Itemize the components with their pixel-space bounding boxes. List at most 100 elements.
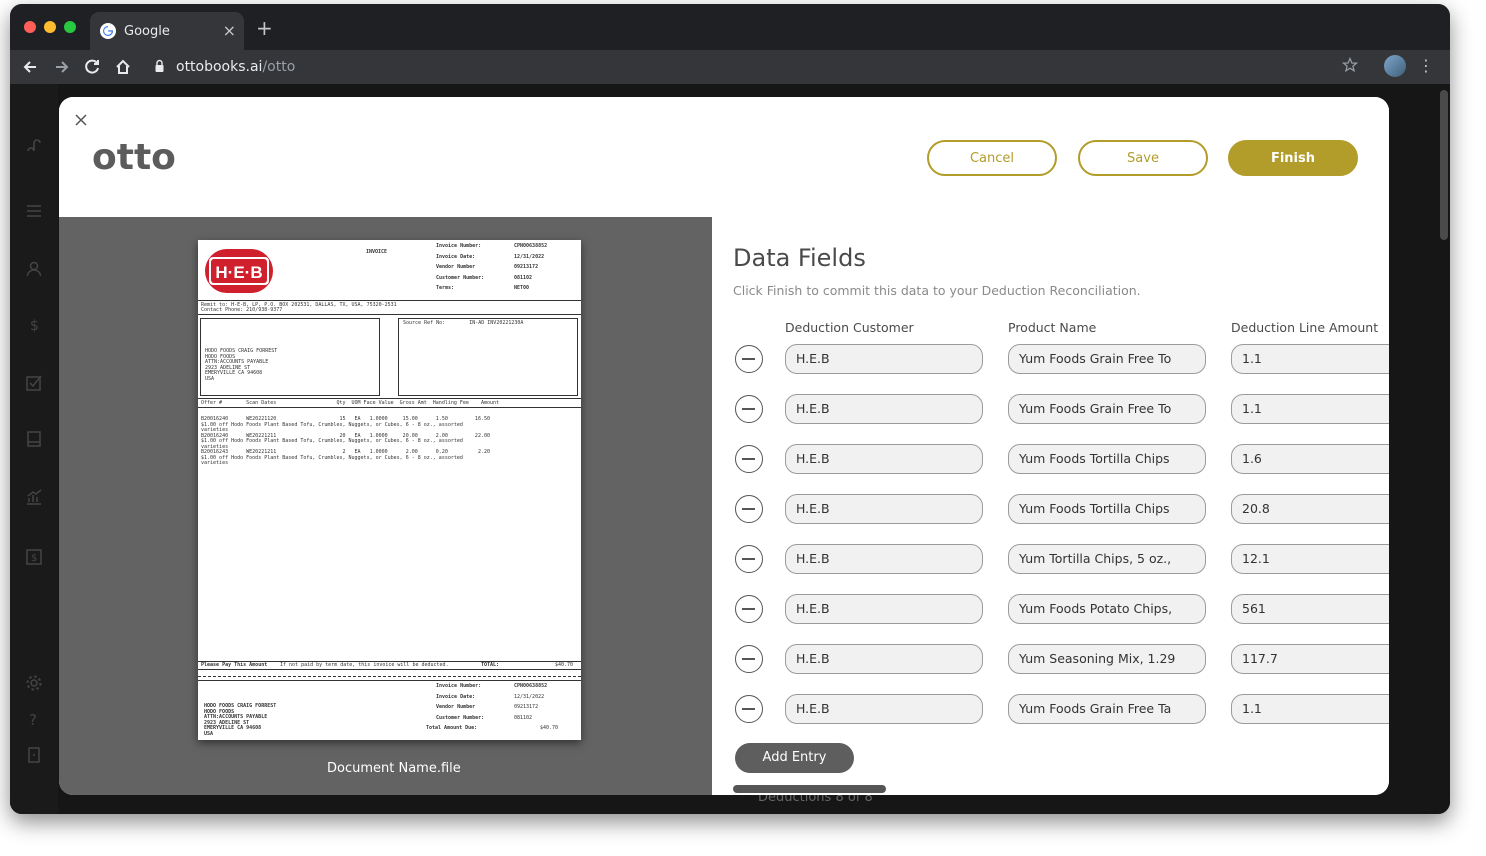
forward-icon[interactable] (51, 57, 71, 77)
product-field[interactable]: Yum Tortilla Chips, 5 oz., (1008, 544, 1206, 574)
invoice-title: INVOICE (366, 249, 388, 255)
product-field[interactable]: Yum Foods Grain Free Ta (1008, 694, 1206, 724)
maximize-window-button[interactable] (64, 21, 76, 33)
logout-icon[interactable] (25, 746, 43, 764)
remove-entry-button[interactable] (735, 645, 763, 673)
amount-field[interactable]: 12.1 (1231, 544, 1389, 574)
amount-field[interactable]: 1.1 (1231, 344, 1389, 374)
column-header-customer: Deduction Customer (785, 320, 914, 335)
remove-entry-button[interactable] (735, 345, 763, 373)
entry-row: H.E.B Yum Foods Tortilla Chips 20.8 (713, 494, 1389, 526)
modal-header: otto Cancel Save Finish (59, 97, 1389, 217)
stub-label-2: Invoice Date: (436, 694, 476, 700)
new-tab-icon[interactable]: + (256, 16, 273, 40)
close-window-button[interactable] (24, 21, 36, 33)
document-preview-pane: H·E·B INVOICE Invoice Number: CPN0063885… (59, 217, 712, 795)
divider (198, 398, 581, 399)
source-ref-box: Source Ref No: IN-AD INV20221230A (398, 318, 578, 396)
help-icon[interactable]: ? (25, 710, 43, 728)
tab-close-icon[interactable]: × (223, 21, 236, 40)
tab-title: Google (124, 24, 170, 39)
checkbox-icon[interactable] (25, 374, 43, 392)
pay-line: Please Pay This Amount (201, 662, 268, 668)
line-items: B20016240 WE20221120 15 EA 1.0000 15.00 … (201, 416, 490, 466)
customer-field[interactable]: H.E.B (785, 344, 983, 374)
home-icon[interactable] (113, 57, 133, 77)
amount-field[interactable]: 1.1 (1231, 394, 1389, 424)
chart-icon[interactable] (25, 488, 43, 506)
divider (198, 407, 581, 408)
amount-field[interactable]: 20.8 (1231, 494, 1389, 524)
invoice-icon[interactable]: $ (25, 548, 43, 566)
customer-field[interactable]: H.E.B (785, 694, 983, 724)
address-bar[interactable]: ottobooks.ai/otto (176, 59, 295, 75)
entry-row: H.E.B Yum Foods Potato Chips, 561 (713, 594, 1389, 626)
amount-field[interactable]: 117.7 (1231, 644, 1389, 674)
total-label: TOTAL: (481, 662, 500, 668)
add-entry-button[interactable]: Add Entry (735, 743, 854, 773)
customer-field[interactable]: H.E.B (785, 644, 983, 674)
save-button[interactable]: Save (1078, 140, 1208, 176)
invoice-header-label-3: Vendor Number (436, 264, 476, 270)
google-icon (100, 23, 116, 39)
lock-icon (155, 59, 164, 72)
heb-logo: H·E·B (202, 246, 276, 296)
app-logo-icon[interactable] (25, 138, 43, 156)
dollar-icon[interactable]: $ (25, 316, 43, 334)
product-field[interactable]: Yum Foods Tortilla Chips (1008, 494, 1206, 524)
customer-field[interactable]: H.E.B (785, 444, 983, 474)
customer-field[interactable]: H.E.B (785, 394, 983, 424)
profile-avatar[interactable] (1384, 55, 1406, 77)
remove-entry-button[interactable] (735, 695, 763, 723)
product-field[interactable]: Yum Foods Tortilla Chips (1008, 444, 1206, 474)
customer-field[interactable]: H.E.B (785, 494, 983, 524)
page-scrollbar[interactable] (1440, 90, 1448, 240)
perforation-line (198, 676, 581, 677)
menu-icon[interactable] (25, 202, 43, 220)
column-header-amount: Deduction Line Amount (1231, 320, 1379, 335)
tab-strip: Google × + (10, 4, 1450, 50)
product-field[interactable]: Yum Foods Potato Chips, (1008, 594, 1206, 624)
book-icon[interactable] (25, 430, 43, 448)
bookmark-star-icon[interactable] (1342, 57, 1358, 73)
invoice-header-label-1: Invoice Number: (436, 243, 482, 249)
remove-entry-button[interactable] (735, 495, 763, 523)
entry-row: H.E.B Yum Foods Grain Free Ta 1.1 (713, 694, 1389, 726)
entry-row: H.E.B Yum Foods Tortilla Chips 1.6 (713, 444, 1389, 476)
remove-entry-button[interactable] (735, 595, 763, 623)
product-field[interactable]: Yum Seasoning Mix, 1.29 (1008, 644, 1206, 674)
amount-field[interactable]: 561 (1231, 594, 1389, 624)
minimize-window-button[interactable] (44, 21, 56, 33)
source-ref: Source Ref No: IN-AD INV20221230A (403, 320, 524, 326)
bill-to-address: HODO FOODS CRAIG FORREST HODO FOODS ATTN… (205, 348, 278, 382)
browser-tab[interactable]: Google × (90, 12, 244, 50)
product-field[interactable]: Yum Foods Grain Free To (1008, 394, 1206, 424)
browser-menu-icon[interactable]: ⋮ (1418, 56, 1434, 75)
data-fields-subtitle: Click Finish to commit this data to your… (733, 283, 1141, 298)
amount-field[interactable]: 1.6 (1231, 444, 1389, 474)
product-field[interactable]: Yum Foods Grain Free To (1008, 344, 1206, 374)
close-modal-icon[interactable] (73, 112, 89, 128)
user-icon[interactable] (25, 260, 43, 278)
settings-gear-icon[interactable] (25, 674, 43, 692)
remit-line-2: Contact Phone: 210/938-9377 (201, 307, 283, 313)
back-icon[interactable] (21, 57, 41, 77)
remove-entry-button[interactable] (735, 445, 763, 473)
amount-field[interactable]: 1.1 (1231, 694, 1389, 724)
invoice-document[interactable]: H·E·B INVOICE Invoice Number: CPN0063885… (198, 240, 581, 740)
customer-field[interactable]: H.E.B (785, 544, 983, 574)
remove-entry-button[interactable] (735, 545, 763, 573)
reload-icon[interactable] (82, 57, 102, 77)
heb-logo-text: H·E·B (215, 263, 262, 282)
stub-value-4: 081102 (514, 715, 533, 721)
svg-text:$: $ (31, 553, 37, 564)
divider (198, 680, 581, 681)
cancel-button[interactable]: Cancel (927, 140, 1057, 176)
divider (198, 669, 581, 670)
horizontal-scrollbar[interactable] (733, 785, 886, 793)
customer-field[interactable]: H.E.B (785, 594, 983, 624)
finish-button[interactable]: Finish (1228, 140, 1358, 176)
remove-entry-button[interactable] (735, 395, 763, 423)
stub-address: HODO FOODS CRAIG FORREST HODO FOODS ATTN… (204, 703, 277, 737)
invoice-header-label-5: Terms: (436, 285, 455, 291)
